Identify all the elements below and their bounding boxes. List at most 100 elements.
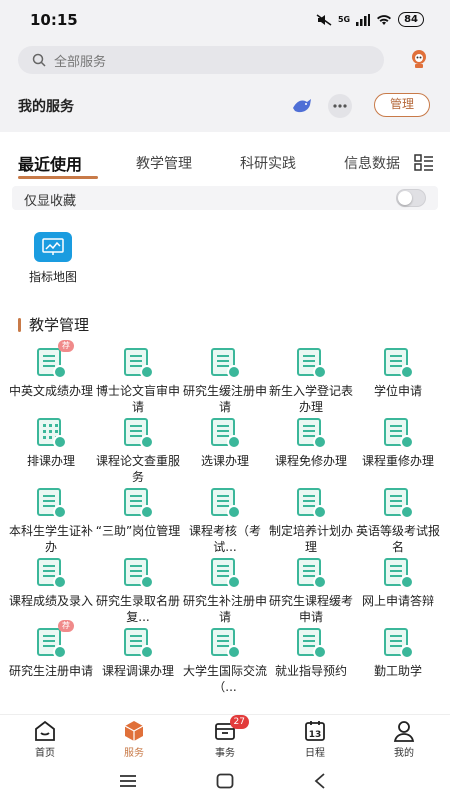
status-icons: 5G 84 <box>316 12 424 27</box>
service-icon <box>294 346 328 380</box>
service-item[interactable]: 制定培养计划办理 <box>268 486 354 555</box>
service-label: 就业指导预约 <box>274 664 347 678</box>
service-item[interactable]: 研究生录取名册复... <box>95 556 181 625</box>
mascot-icon[interactable] <box>408 48 430 70</box>
seal-shape <box>140 365 154 379</box>
battery-indicator: 84 <box>398 12 424 27</box>
seal-shape <box>313 645 327 659</box>
wifi-icon <box>377 14 392 25</box>
tab-info-data[interactable]: 信息数据 <box>344 153 400 173</box>
service-icon <box>34 556 68 590</box>
nav-home[interactable]: 首页 <box>15 719 75 759</box>
favorites-toggle[interactable] <box>396 189 426 207</box>
mute-icon <box>316 13 332 26</box>
service-icon <box>208 346 242 380</box>
service-icon <box>294 416 328 450</box>
service-item[interactable]: “三助”岗位管理 <box>95 486 181 539</box>
section-teaching-title: 教学管理 <box>18 314 89 335</box>
tab-research[interactable]: 科研实践 <box>240 153 296 173</box>
seal-shape <box>53 365 67 379</box>
nav-schedule[interactable]: 13 日程 <box>285 719 345 759</box>
services-box-icon <box>122 719 146 743</box>
service-item[interactable]: 荐研究生注册申请 <box>8 620 94 679</box>
service-item[interactable]: 研究生缓注册申请 <box>182 346 268 415</box>
search-placeholder: 全部服务 <box>54 54 107 70</box>
service-item[interactable]: 网上申请答辩 <box>355 556 441 609</box>
bird-icon[interactable] <box>290 94 314 118</box>
service-item[interactable]: 排课办理 <box>8 416 94 469</box>
service-icon <box>208 626 242 660</box>
home-icon <box>33 719 57 743</box>
service-label: 研究生补注册申请 <box>182 594 267 624</box>
service-item[interactable]: 勤工助学 <box>355 626 441 679</box>
service-item[interactable]: 新生入学登记表办理 <box>268 346 354 415</box>
recent-apps-icon[interactable] <box>116 770 140 792</box>
service-label: 制定培养计划办理 <box>268 524 353 554</box>
service-label: 网上申请答辩 <box>361 594 434 608</box>
nav-services[interactable]: 服务 <box>104 719 164 759</box>
service-item[interactable]: 课程成绩及录入 <box>8 556 94 609</box>
affairs-badge: 27 <box>229 715 249 729</box>
service-label: 排课办理 <box>26 454 75 468</box>
user-icon <box>392 719 416 743</box>
service-item[interactable]: 本科生学生证补办 <box>8 486 94 555</box>
service-item[interactable]: 课程论文查重服务 <box>95 416 181 485</box>
recent-item-indicator-map[interactable]: 指标地图 <box>18 232 88 285</box>
service-item[interactable]: 选课办理 <box>182 416 268 469</box>
service-item[interactable]: 荐中英文成绩办理 <box>8 340 94 399</box>
system-nav-bar <box>0 762 450 800</box>
service-label: 课程论文查重服务 <box>95 454 180 484</box>
bottom-nav: 首页 服务 27 事务 13 日程 我的 <box>0 714 450 762</box>
service-icon <box>121 416 155 450</box>
service-item[interactable]: 研究生课程缓考申请 <box>268 556 354 625</box>
my-services-row: 我的服务 管理 <box>0 86 450 124</box>
service-icon <box>381 486 415 520</box>
seal-shape <box>227 645 241 659</box>
seal-shape <box>313 575 327 589</box>
service-item[interactable]: 就业指导预约 <box>268 626 354 679</box>
service-label: 大学生国际交流（... <box>182 664 267 694</box>
recommend-badge: 荐 <box>58 340 74 352</box>
tab-teaching[interactable]: 教学管理 <box>136 153 192 173</box>
service-label: 研究生录取名册复... <box>95 594 180 624</box>
service-item[interactable]: 学位申请 <box>355 346 441 399</box>
seal-shape <box>53 435 67 449</box>
nav-profile[interactable]: 我的 <box>374 719 434 759</box>
service-label: 课程免修办理 <box>274 454 347 468</box>
service-icon <box>34 416 68 450</box>
service-item[interactable]: 课程考核（考试... <box>182 486 268 555</box>
service-icon <box>208 556 242 590</box>
seal-shape <box>400 435 414 449</box>
toggle-knob <box>398 191 412 205</box>
service-item[interactable]: 课程调课办理 <box>95 626 181 679</box>
service-icon <box>121 486 155 520</box>
service-icon <box>294 486 328 520</box>
nav-services-label: 服务 <box>124 748 144 759</box>
service-item[interactable]: 课程免修办理 <box>268 416 354 469</box>
favorites-only-label: 仅显收藏 <box>24 194 77 209</box>
home-square-icon[interactable] <box>213 770 237 792</box>
tab-recent[interactable]: 最近使用 <box>18 151 82 175</box>
service-icon <box>121 626 155 660</box>
service-icon <box>121 556 155 590</box>
calendar-icon: 13 <box>303 719 327 743</box>
seal-shape <box>227 365 241 379</box>
recent-item-label: 指标地图 <box>28 270 77 284</box>
menu-grid-icon[interactable] <box>414 154 434 172</box>
service-item[interactable]: 课程重修办理 <box>355 416 441 469</box>
status-time: 10:15 <box>30 11 78 29</box>
service-item[interactable]: 大学生国际交流（... <box>182 626 268 695</box>
manage-button[interactable]: 管理 <box>374 93 430 117</box>
seal-shape <box>313 365 327 379</box>
service-label: 课程考核（考试... <box>188 524 261 554</box>
nav-profile-label: 我的 <box>394 748 414 759</box>
service-item[interactable]: 研究生补注册申请 <box>182 556 268 625</box>
service-label: 勤工助学 <box>373 664 422 678</box>
service-item[interactable]: 英语等级考试报名 <box>355 486 441 555</box>
search-input[interactable]: 全部服务 <box>18 46 384 74</box>
nav-affairs[interactable]: 27 事务 <box>195 715 255 759</box>
more-icon[interactable] <box>328 94 352 118</box>
service-item[interactable]: 博士论文盲审申请 <box>95 346 181 415</box>
seal-shape <box>53 645 67 659</box>
back-icon[interactable] <box>308 770 332 792</box>
